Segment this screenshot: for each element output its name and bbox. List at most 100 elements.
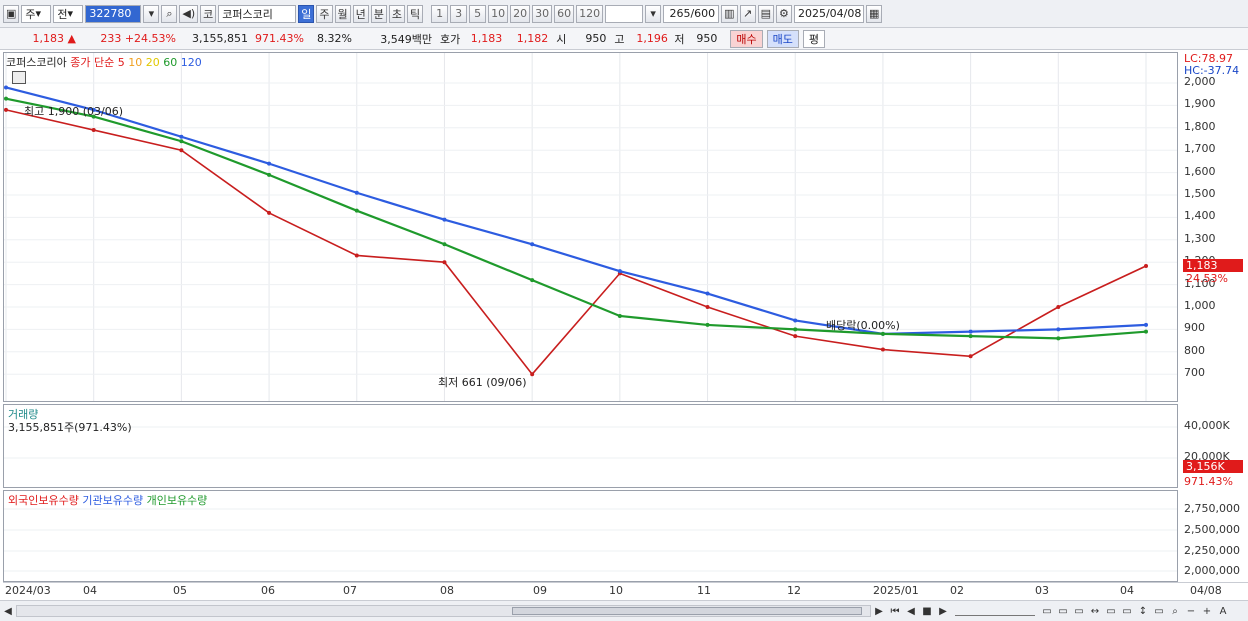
legend-ma10: 10 xyxy=(128,56,143,69)
ask-price: 1,183 xyxy=(470,32,503,45)
font-size-icon[interactable]: A xyxy=(1215,603,1231,619)
stop-icon[interactable]: ■ xyxy=(919,603,935,619)
period-minute[interactable]: 분 xyxy=(370,4,387,23)
volume-tag: 3,156K xyxy=(1183,460,1243,473)
interval-30[interactable]: 30 xyxy=(532,4,553,23)
layout-f-icon[interactable]: ▭ xyxy=(1119,603,1135,619)
candle-type-icon[interactable]: ▥ xyxy=(721,4,738,23)
market-value: 전 xyxy=(57,7,68,21)
price-chart-pane[interactable]: 코퍼스코리아 종가 단순 5 10 20 60 120 최고 1,900 (03… xyxy=(3,52,1178,402)
scroll-track[interactable] xyxy=(16,605,871,617)
zoom-out-icon[interactable]: − xyxy=(1183,603,1199,619)
draw-tool-icon[interactable]: ↗ xyxy=(739,4,756,23)
period-month[interactable]: 월 xyxy=(334,4,351,23)
gear-icon[interactable]: ⚙ xyxy=(775,4,792,23)
series-point xyxy=(442,217,447,222)
save-icon[interactable]: ▤ xyxy=(757,4,774,23)
x-tick-label: 03 xyxy=(1035,584,1049,597)
period-type-select[interactable]: 주 ▾ xyxy=(21,4,52,23)
interval-1[interactable]: 1 xyxy=(431,4,449,23)
interval-120[interactable]: 120 xyxy=(576,4,604,23)
volume-axis: 40,000K 20,000K 971.43% xyxy=(1180,404,1248,488)
next-page-icon[interactable]: ▶ xyxy=(935,603,951,619)
series-line-코퍼스코리아 xyxy=(5,109,1147,376)
holdings-axis: 2,750,000 2,500,000 2,250,000 2,000,000 xyxy=(1180,490,1248,582)
volume-chart-svg xyxy=(4,426,1177,459)
scroll-thumb[interactable] xyxy=(512,607,862,615)
stock-code-input[interactable]: 322780 xyxy=(85,4,142,23)
series-point xyxy=(442,260,447,265)
market-select[interactable]: 전 ▾ xyxy=(53,4,84,23)
current-price: 1,183 ▲ xyxy=(32,32,76,45)
interval-20[interactable]: 20 xyxy=(510,4,531,23)
price-chart-svg xyxy=(4,53,1177,401)
zoom-slider[interactable] xyxy=(955,606,1035,616)
bid-price: 1,182 xyxy=(516,32,549,45)
legend-stock-name: 코퍼스코리아 xyxy=(6,56,67,69)
scroll-right-icon[interactable]: ▶ xyxy=(871,603,887,619)
zoom-search-icon[interactable]: ⌕ xyxy=(1167,603,1183,619)
interval-3[interactable]: 3 xyxy=(450,4,468,23)
chart-scrollbar[interactable]: ◀ ▶ ⏮ ◀ ■ ▶ ▭ ▭ ▭ ↔ ▭ ▭ ↕ ▭ ⌕ − + A xyxy=(0,600,1248,621)
price-tick-label: 800 xyxy=(1184,343,1205,357)
series-point xyxy=(1056,336,1061,341)
period-year[interactable]: 년 xyxy=(352,4,369,23)
stock-name-field: 코퍼스코리 xyxy=(218,4,297,23)
series-point xyxy=(617,313,622,318)
custom-interval-input[interactable] xyxy=(605,4,644,23)
interval-60[interactable]: 60 xyxy=(554,4,575,23)
layout-g-icon[interactable]: ↕ xyxy=(1135,603,1151,619)
volume-ratio: 971.43% xyxy=(255,32,304,45)
period-second[interactable]: 초 xyxy=(388,4,406,23)
layout-d-icon[interactable]: ↔ xyxy=(1087,603,1103,619)
series-point xyxy=(968,334,973,339)
turnover-rate: 8.32% xyxy=(317,32,352,45)
layout-b-icon[interactable]: ▭ xyxy=(1055,603,1071,619)
stock-type-button[interactable]: 코 xyxy=(200,4,217,23)
prev-page-icon[interactable]: ◀ xyxy=(903,603,919,619)
period-day[interactable]: 일 xyxy=(298,4,315,23)
zoom-in-icon[interactable]: + xyxy=(1199,603,1215,619)
period-week[interactable]: 주 xyxy=(316,4,333,23)
average-button[interactable]: 평 xyxy=(802,29,825,48)
legend-ma120: 120 xyxy=(180,56,202,69)
series-point xyxy=(179,134,184,139)
holdings-pane[interactable]: 외국인보유수량 기관보유수량 개인보유수량 xyxy=(3,490,1178,582)
volume-pane[interactable]: 거래량 3,155,851주(971.43%) xyxy=(3,404,1178,488)
price-tick-label: 1,400 xyxy=(1184,209,1216,223)
price-tick-label: 900 xyxy=(1184,321,1205,335)
layout-c-icon[interactable]: ▭ xyxy=(1071,603,1087,619)
date-field[interactable]: 2025/04/08 xyxy=(793,4,864,23)
legend-ma60: 60 xyxy=(163,56,178,69)
layout-e-icon[interactable]: ▭ xyxy=(1103,603,1119,619)
chart-toolbar: ▣ 주 ▾ 전 ▾ 322780 ▾ ⌕ ◀) 코 코퍼스코리 일 주 월 년 분 … xyxy=(0,0,1248,28)
search-icon[interactable]: ⌕ xyxy=(161,4,178,23)
legend-institution: 기관보유수량 xyxy=(82,494,144,507)
x-tick-label: 12 xyxy=(787,584,801,597)
layout-h-icon[interactable]: ▭ xyxy=(1151,603,1167,619)
period-tick[interactable]: 틱 xyxy=(407,4,424,23)
sell-button[interactable]: 매도 xyxy=(766,29,799,48)
x-tick-label: 04 xyxy=(83,584,97,597)
grid-icon[interactable] xyxy=(12,71,26,84)
price-legend: 코퍼스코리아 종가 단순 5 10 20 60 120 xyxy=(6,54,202,70)
series-point xyxy=(705,305,710,309)
layout-icon[interactable]: ▣ xyxy=(3,4,20,23)
calendar-icon[interactable]: ▦ xyxy=(865,4,883,23)
chevron-down-icon[interactable]: ▾ xyxy=(143,4,160,23)
interval-5[interactable]: 5 xyxy=(469,4,487,23)
x-tick-label: 11 xyxy=(697,584,711,597)
high-annotation: 최고 1,900 (03/06) xyxy=(24,105,124,118)
series-point xyxy=(442,242,447,247)
first-page-icon[interactable]: ⏮ xyxy=(887,603,903,619)
series-point xyxy=(617,269,622,274)
speaker-icon[interactable]: ◀) xyxy=(179,4,199,23)
price-tick-label: 1,600 xyxy=(1184,164,1216,178)
chevron-down-icon[interactable]: ▾ xyxy=(645,4,662,23)
scroll-left-icon[interactable]: ◀ xyxy=(0,603,16,619)
buy-button[interactable]: 매수 xyxy=(730,29,763,48)
open-label: 시 xyxy=(556,32,567,46)
layout-a-icon[interactable]: ▭ xyxy=(1039,603,1055,619)
interval-10[interactable]: 10 xyxy=(488,4,509,23)
count-field[interactable]: 265/600 xyxy=(663,4,720,23)
